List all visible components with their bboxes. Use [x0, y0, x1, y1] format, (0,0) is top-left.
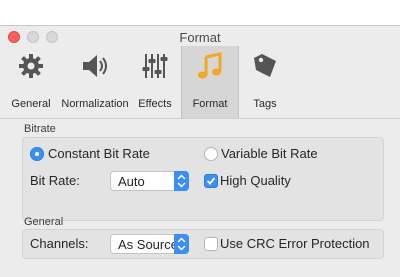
- tab-tags[interactable]: Tags: [243, 46, 287, 118]
- popup-arrows-icon: [174, 234, 189, 254]
- channels-label: Channels:: [30, 236, 89, 251]
- tab-general[interactable]: General: [6, 46, 56, 118]
- window-title: Format: [179, 30, 221, 45]
- preferences-toolbar: General Normalization Effects Format Tag…: [0, 46, 400, 119]
- tab-format[interactable]: Format: [181, 46, 239, 118]
- checkmark-icon: [206, 177, 216, 185]
- bit-rate-popup[interactable]: Auto: [110, 171, 189, 191]
- general-group: Channels: As Source Use CRC Error Protec…: [22, 229, 384, 259]
- bitrate-group: Constant Bit Rate Variable Bit Rate Bit …: [22, 137, 384, 221]
- high-quality-label[interactable]: High Quality: [220, 173, 291, 188]
- tab-normalization[interactable]: Normalization: [60, 46, 130, 118]
- gear-icon: [19, 54, 43, 78]
- channels-popup[interactable]: As Source: [110, 234, 189, 254]
- bit-rate-value: Auto: [118, 174, 145, 189]
- preferences-window: Format General Normalization Effects For…: [0, 25, 400, 277]
- popup-arrows-icon: [174, 171, 189, 191]
- high-quality-checkbox[interactable]: [204, 174, 218, 188]
- variable-bit-rate-label[interactable]: Variable Bit Rate: [221, 146, 318, 161]
- tab-label: Format: [192, 98, 228, 110]
- tag-icon: [254, 54, 276, 77]
- tab-label: Effects: [138, 98, 172, 110]
- tab-label: Normalization: [61, 98, 129, 110]
- general-section-label: General: [24, 216, 64, 228]
- tab-label: General: [11, 98, 51, 110]
- variable-bit-rate-radio[interactable]: [204, 147, 218, 161]
- constant-bit-rate-radio[interactable]: [30, 147, 44, 161]
- speaker-icon: [83, 55, 107, 77]
- title-bar: Format: [0, 26, 400, 46]
- channels-value: As Source: [118, 237, 178, 252]
- bitrate-section-label: Bitrate: [24, 123, 56, 135]
- tab-label: Tags: [253, 98, 277, 110]
- tab-effects[interactable]: Effects: [133, 46, 177, 118]
- sliders-icon: [142, 54, 168, 78]
- crc-error-protection-label[interactable]: Use CRC Error Protection: [220, 236, 370, 251]
- constant-bit-rate-label[interactable]: Constant Bit Rate: [48, 146, 150, 161]
- music-note-icon: [198, 52, 222, 79]
- bit-rate-label: Bit Rate:: [30, 173, 80, 188]
- crc-error-protection-checkbox[interactable]: [204, 237, 218, 251]
